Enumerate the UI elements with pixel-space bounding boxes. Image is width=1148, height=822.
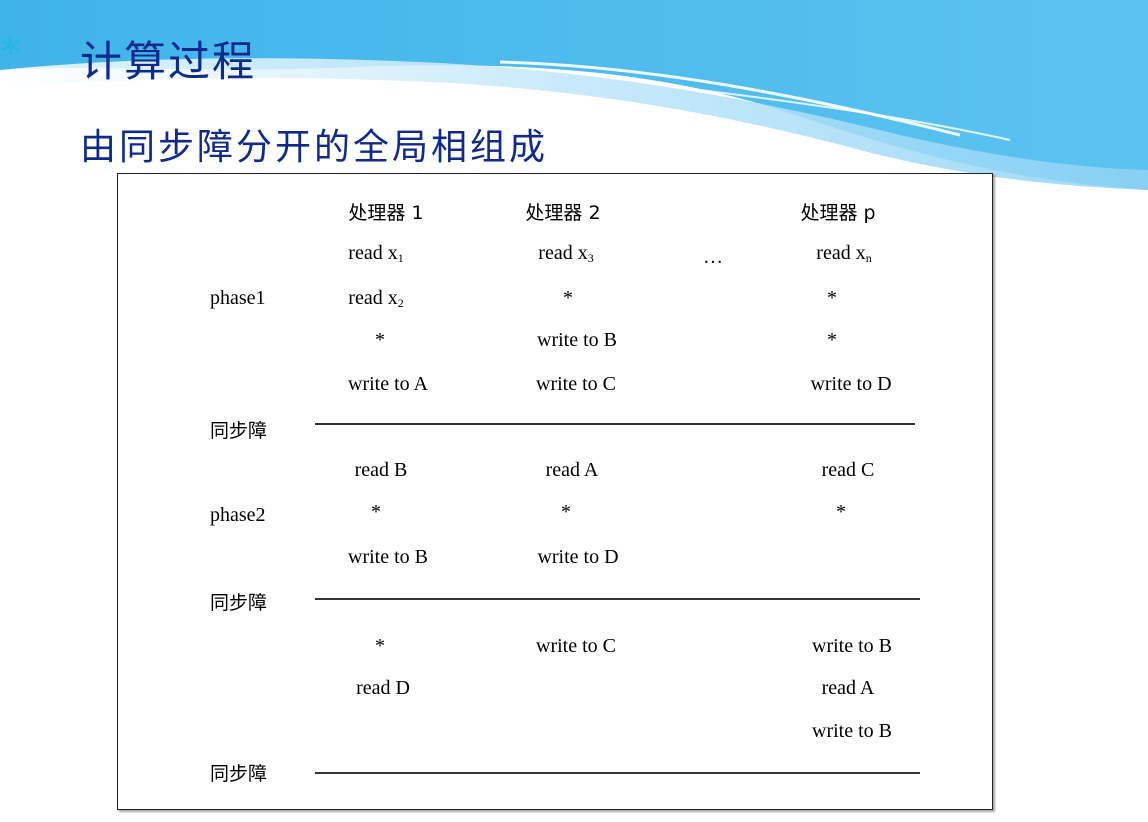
p2-phase1-op-1: read x3 [538, 242, 594, 265]
slide-subtitle: 由同步障分开的全局相组成 [80, 127, 549, 168]
pp-phase1-op-1: read xn [816, 242, 872, 265]
pp-phase1-op-4: write to D [810, 373, 892, 395]
pp-phase1-op-2: * [827, 287, 837, 309]
pp-phase3-op-3: write to B [812, 720, 892, 742]
pp-phase3-op-2: read A [821, 677, 875, 699]
barrier-line-3 [315, 772, 920, 774]
phase1-label: phase1 [210, 287, 266, 309]
p2-phase2-op-2: * [561, 501, 571, 523]
p1-phase1-op-4: write to A [348, 373, 428, 395]
p2-phase2-op-1: read A [545, 459, 599, 481]
header-processor-2: 处理器 2 [525, 202, 601, 224]
ellipsis-mark: … [703, 246, 723, 268]
barrier-label-1: 同步障 [210, 420, 268, 442]
barrier-line-2 [315, 598, 920, 600]
p1-phase2-op-3: write to B [348, 546, 428, 568]
pp-phase2-op-1: read C [821, 459, 875, 481]
p2-phase1-op-4: write to C [536, 373, 616, 395]
pp-phase1-op-3: * [827, 329, 837, 351]
p1-phase3-op-2: read D [356, 677, 410, 699]
p1-phase1-op-3: * [375, 329, 385, 351]
barrier-label-2: 同步障 [210, 592, 268, 614]
p1-phase2-op-2: * [371, 501, 381, 523]
p2-phase2-op-3: write to D [537, 546, 619, 568]
p1-phase2-op-1: read B [354, 459, 408, 481]
bullet-icon: * [0, 30, 21, 76]
header-processor-p: 处理器 p [800, 202, 876, 224]
p1-phase1-op-2: read x2 [348, 287, 404, 310]
pp-phase2-op-2: * [836, 501, 846, 523]
phase-barrier-diagram: 处理器 1 处理器 2 处理器 p read x1 read x3 … read… [117, 173, 993, 810]
p2-phase3-op-1: write to C [536, 635, 616, 657]
p2-phase1-op-3: write to B [537, 329, 617, 351]
header-processor-1: 处理器 1 [348, 202, 424, 224]
phase2-label: phase2 [210, 504, 266, 526]
pp-phase3-op-1: write to B [812, 635, 892, 657]
p1-phase1-op-1: read x1 [348, 242, 404, 265]
p2-phase1-op-2: * [563, 287, 573, 309]
barrier-label-3: 同步障 [210, 763, 268, 785]
slide-title: 计算过程 [80, 37, 257, 86]
p1-phase3-op-1: * [375, 635, 385, 657]
barrier-line-1 [315, 423, 915, 425]
